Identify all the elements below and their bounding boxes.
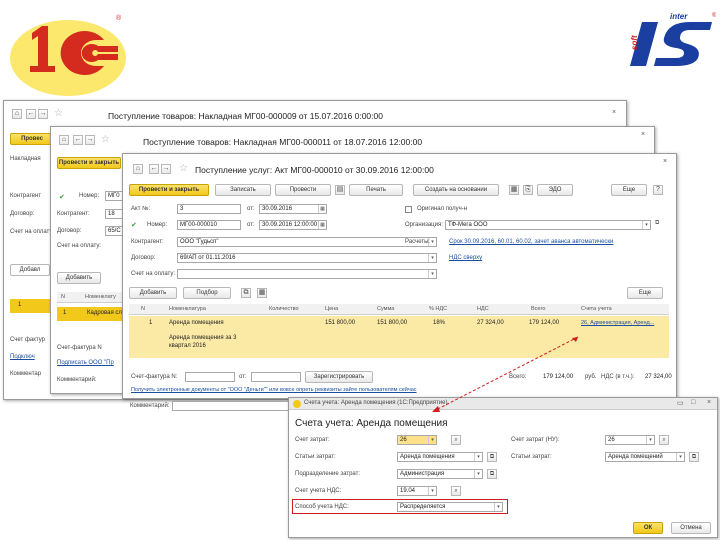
pointer-arrow [431, 336, 579, 413]
